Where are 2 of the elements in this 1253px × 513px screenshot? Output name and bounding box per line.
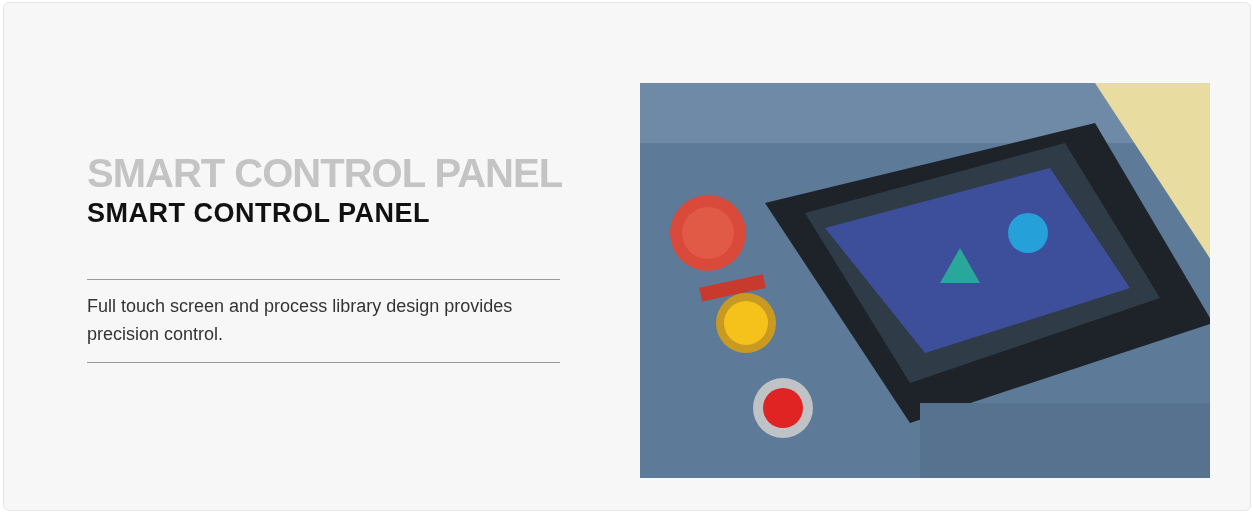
section-heading: SMART CONTROL PANEL (87, 197, 431, 230)
description-text: Full touch screen and process library design provides precision control. (87, 295, 514, 347)
